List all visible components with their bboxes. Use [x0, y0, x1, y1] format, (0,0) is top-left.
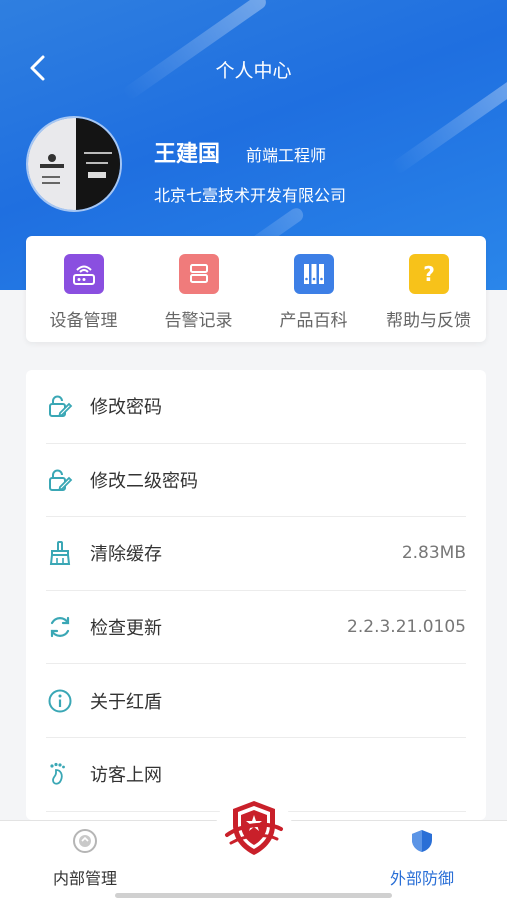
menu-item-change-secondary-password[interactable]: 修改二级密码 — [46, 444, 466, 518]
quick-action-alarm-records[interactable]: 告警记录 — [141, 236, 256, 342]
red-shield-logo — [225, 801, 283, 855]
home-indicator — [115, 893, 392, 898]
tab-label: 外部防御 — [389, 869, 454, 888]
menu-item-change-password[interactable]: 修改密码 — [46, 370, 466, 444]
quick-actions-card: 设备管理 告警记录 产品百科 ? 帮助与反馈 — [26, 236, 486, 342]
user-name: 王建国 — [154, 142, 221, 167]
tab-internal-management[interactable]: 内部管理 — [20, 827, 150, 889]
quick-action-label: 帮助与反馈 — [386, 311, 471, 331]
menu-label: 访客上网 — [90, 765, 162, 787]
quick-action-help-feedback[interactable]: ? 帮助与反馈 — [371, 236, 486, 342]
quick-action-label: 产品百科 — [279, 311, 348, 331]
router-icon — [63, 254, 104, 294]
footprint-icon — [46, 760, 74, 788]
menu-item-check-update[interactable]: 检查更新 2.2.3.21.0105 — [46, 591, 466, 665]
alarm-record-icon — [178, 254, 219, 294]
quick-action-product-wiki[interactable]: 产品百科 — [256, 236, 371, 342]
menu-label: 清除缓存 — [90, 544, 162, 566]
menu-item-about[interactable]: 关于红盾 — [46, 664, 466, 738]
menu-label: 修改二级密码 — [90, 470, 198, 492]
info-icon — [46, 687, 74, 715]
refresh-icon — [46, 613, 74, 641]
avatar[interactable] — [26, 116, 122, 212]
top-bar: 个人中心 — [0, 44, 507, 92]
avatar-image — [28, 118, 120, 210]
edit-lock-icon — [46, 392, 74, 420]
version-value: 2.2.3.21.0105 — [347, 617, 466, 638]
quick-action-device-management[interactable]: 设备管理 — [26, 236, 141, 342]
user-company: 北京七壹技术开发有限公司 — [154, 186, 347, 205]
menu-label: 修改密码 — [90, 397, 162, 419]
broom-icon — [46, 539, 74, 567]
internal-management-icon — [73, 829, 97, 853]
user-role: 前端工程师 — [246, 146, 327, 165]
shield-icon — [412, 830, 432, 852]
quick-action-label: 设备管理 — [49, 311, 118, 331]
menu-item-clear-cache[interactable]: 清除缓存 2.83MB — [46, 517, 466, 591]
settings-menu: 修改密码 修改二级密码 清除缓存 2.83MB 检查更新 2.2.3.21.01… — [26, 370, 486, 820]
tab-external-defense[interactable]: 外部防御 — [357, 827, 487, 889]
menu-label: 关于红盾 — [90, 691, 162, 713]
quick-action-label: 告警记录 — [164, 311, 233, 331]
page-title: 个人中心 — [215, 60, 292, 82]
help-icon: ? — [408, 254, 449, 294]
catalog-icon — [293, 254, 334, 294]
menu-label: 检查更新 — [90, 618, 162, 640]
decorative-streak — [389, 78, 507, 176]
edit-lock-2-icon — [46, 466, 74, 494]
cache-size-value: 2.83MB — [401, 543, 466, 564]
tab-label: 内部管理 — [52, 869, 117, 888]
center-home-button[interactable] — [216, 790, 292, 866]
svg-text:?: ? — [423, 262, 435, 286]
